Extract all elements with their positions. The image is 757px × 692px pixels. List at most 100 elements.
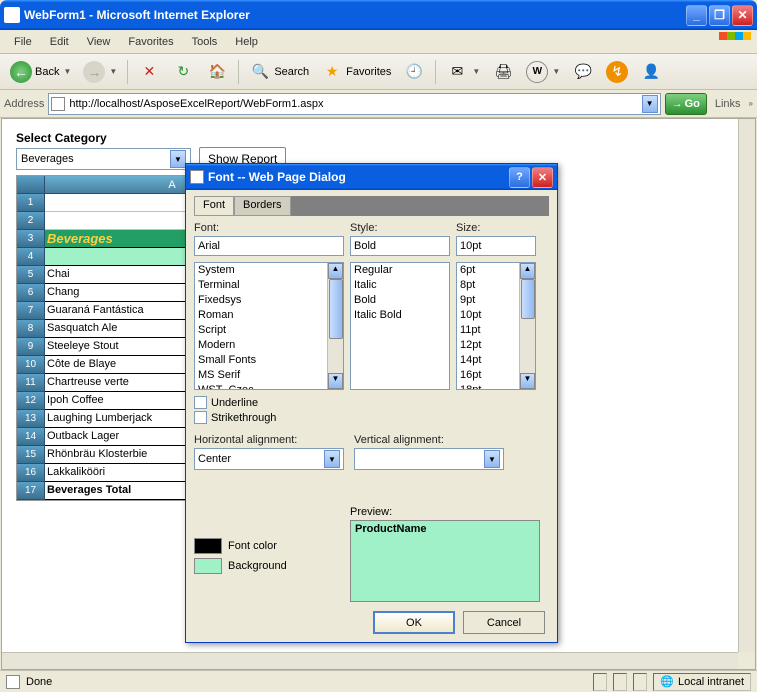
row-header[interactable]: 1 xyxy=(17,194,45,212)
underline-checkbox[interactable] xyxy=(194,396,207,409)
row-header[interactable]: 14 xyxy=(17,428,45,446)
forward-button[interactable]: → ▼ xyxy=(79,58,121,86)
style-listbox[interactable]: RegularItalicBoldItalic Bold xyxy=(350,262,450,390)
refresh-button[interactable]: ↻ xyxy=(168,58,198,86)
status-section xyxy=(593,673,607,691)
row-header[interactable]: 13 xyxy=(17,410,45,428)
address-dropdown-button[interactable]: ▼ xyxy=(642,95,658,113)
list-item[interactable]: Fixedsys xyxy=(195,293,343,308)
row-header[interactable]: 11 xyxy=(17,374,45,392)
font-input[interactable] xyxy=(194,236,344,256)
list-item[interactable]: Modern xyxy=(195,338,343,353)
valign-label: Vertical alignment: xyxy=(354,434,504,446)
font-listbox[interactable]: SystemTerminalFixedsysRomanScriptModernS… xyxy=(194,262,344,390)
history-button[interactable]: 🕘 xyxy=(399,58,429,86)
row-header[interactable]: 16 xyxy=(17,464,45,482)
halign-value: Center xyxy=(198,453,324,465)
listbox-scrollbar[interactable]: ▲ ▼ xyxy=(519,263,535,389)
research-icon: ↯ xyxy=(606,61,628,83)
mail-button[interactable]: ✉▼ xyxy=(442,58,484,86)
discuss-button[interactable]: 💬 xyxy=(568,58,598,86)
size-listbox[interactable]: 6pt8pt9pt10pt11pt12pt14pt16pt18pt ▲ ▼ xyxy=(456,262,536,390)
stop-button[interactable]: ✕ xyxy=(134,58,164,86)
sheet-corner[interactable] xyxy=(17,176,45,194)
row-header[interactable]: 7 xyxy=(17,302,45,320)
vertical-scrollbar[interactable] xyxy=(738,119,755,652)
listbox-scrollbar[interactable]: ▲ ▼ xyxy=(327,263,343,389)
halign-dropdown[interactable]: Center▼ xyxy=(194,448,344,470)
halign-label: Horizontal alignment: xyxy=(194,434,344,446)
links-chevron-icon[interactable]: » xyxy=(749,99,753,108)
windows-flag-icon xyxy=(719,32,751,52)
strikethrough-checkbox[interactable] xyxy=(194,411,207,424)
style-input[interactable] xyxy=(350,236,450,256)
row-header[interactable]: 8 xyxy=(17,320,45,338)
go-button[interactable]: →Go xyxy=(665,93,707,115)
row-header[interactable]: 15 xyxy=(17,446,45,464)
window-close-button[interactable]: ✕ xyxy=(732,5,753,26)
list-item[interactable]: WST_Czec xyxy=(195,383,343,390)
row-header[interactable]: 3 xyxy=(17,230,45,248)
row-header[interactable]: 4 xyxy=(17,248,45,266)
research-button[interactable]: ↯ xyxy=(602,58,632,86)
dialog-tabs: Font Borders xyxy=(194,196,549,216)
dialog-close-button[interactable]: ✕ xyxy=(532,167,553,188)
list-item[interactable]: Regular xyxy=(351,263,449,278)
back-button[interactable]: ← Back ▼ xyxy=(6,58,75,86)
cancel-button[interactable]: Cancel xyxy=(463,611,545,634)
row-header[interactable]: 5 xyxy=(17,266,45,284)
home-button[interactable]: 🏠 xyxy=(202,58,232,86)
row-header[interactable]: 2 xyxy=(17,212,45,230)
history-icon: 🕘 xyxy=(403,61,425,83)
preview-text: ProductName xyxy=(355,523,427,535)
style-label: Style: xyxy=(350,222,450,234)
list-item[interactable]: Roman xyxy=(195,308,343,323)
category-value: Beverages xyxy=(21,153,170,165)
list-item[interactable]: System xyxy=(195,263,343,278)
menu-tools[interactable]: Tools xyxy=(184,33,226,51)
menu-help[interactable]: Help xyxy=(227,33,266,51)
status-section xyxy=(613,673,627,691)
page-icon xyxy=(51,97,65,111)
list-item[interactable]: Italic xyxy=(351,278,449,293)
horizontal-scrollbar[interactable] xyxy=(2,652,738,669)
bgcolor-swatch[interactable] xyxy=(194,558,222,574)
size-input[interactable] xyxy=(456,236,536,256)
list-item[interactable]: Italic Bold xyxy=(351,308,449,323)
menu-file[interactable]: File xyxy=(6,33,40,51)
print-button[interactable]: 🖨 xyxy=(488,58,518,86)
list-item[interactable]: Bold xyxy=(351,293,449,308)
menu-view[interactable]: View xyxy=(79,33,119,51)
window-maximize-button[interactable]: ❐ xyxy=(709,5,730,26)
window-title: WebForm1 - Microsoft Internet Explorer xyxy=(24,8,686,22)
tab-borders[interactable]: Borders xyxy=(234,196,291,216)
list-item[interactable]: MS Serif xyxy=(195,368,343,383)
edit-button[interactable]: W▼ xyxy=(522,58,564,86)
row-header[interactable]: 9 xyxy=(17,338,45,356)
ok-button[interactable]: OK xyxy=(373,611,455,634)
list-item[interactable]: Small Fonts xyxy=(195,353,343,368)
window-minimize-button[interactable]: _ xyxy=(686,5,707,26)
row-header[interactable]: 6 xyxy=(17,284,45,302)
fontcolor-swatch[interactable] xyxy=(194,538,222,554)
address-input[interactable]: http://localhost/AsposeExcelReport/WebFo… xyxy=(48,93,660,115)
valign-dropdown[interactable]: ▼ xyxy=(354,448,504,470)
row-header[interactable]: 17 xyxy=(17,482,45,500)
dialog-title: Font -- Web Page Dialog xyxy=(208,170,509,184)
favorites-button[interactable]: ★Favorites xyxy=(317,58,395,86)
search-button[interactable]: 🔍Search xyxy=(245,58,313,86)
list-item[interactable]: Script xyxy=(195,323,343,338)
tab-font[interactable]: Font xyxy=(194,196,234,216)
forward-arrow-icon: → xyxy=(83,61,105,83)
messenger-button[interactable]: 👤 xyxy=(636,58,666,86)
row-header[interactable]: 10 xyxy=(17,356,45,374)
menu-edit[interactable]: Edit xyxy=(42,33,77,51)
dialog-help-button[interactable]: ? xyxy=(509,167,530,188)
fontcolor-label: Font color xyxy=(228,540,277,552)
links-label[interactable]: Links xyxy=(711,98,745,110)
category-dropdown[interactable]: Beverages ▼ xyxy=(16,148,191,170)
menu-favorites[interactable]: Favorites xyxy=(120,33,181,51)
dropdown-button-icon: ▼ xyxy=(170,150,186,168)
row-header[interactable]: 12 xyxy=(17,392,45,410)
list-item[interactable]: Terminal xyxy=(195,278,343,293)
